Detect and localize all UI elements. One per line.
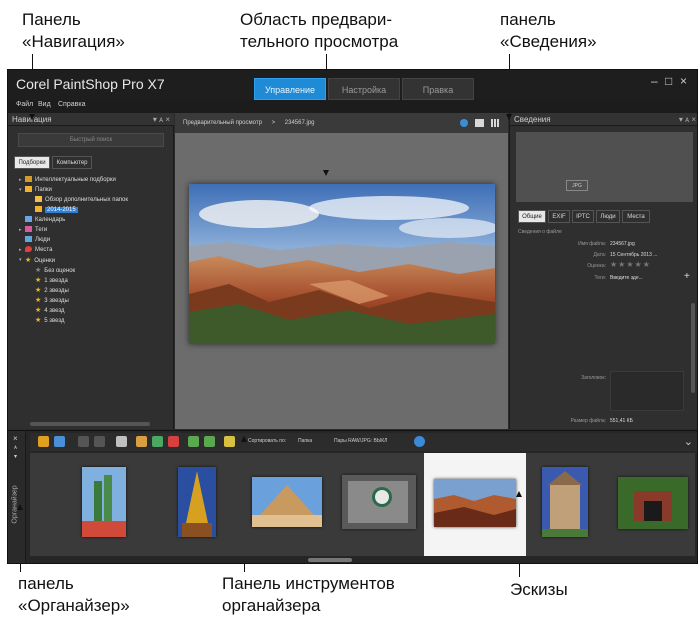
arrow-head-organizer [17,504,23,510]
callout-arrows [17,114,522,510]
arrow-head-nav [29,114,35,120]
arrow-head-preview [323,170,329,176]
arrow-head-thumbnails [516,491,522,497]
arrow-head-info [506,114,512,120]
arrow-head-toolbar [241,436,247,442]
